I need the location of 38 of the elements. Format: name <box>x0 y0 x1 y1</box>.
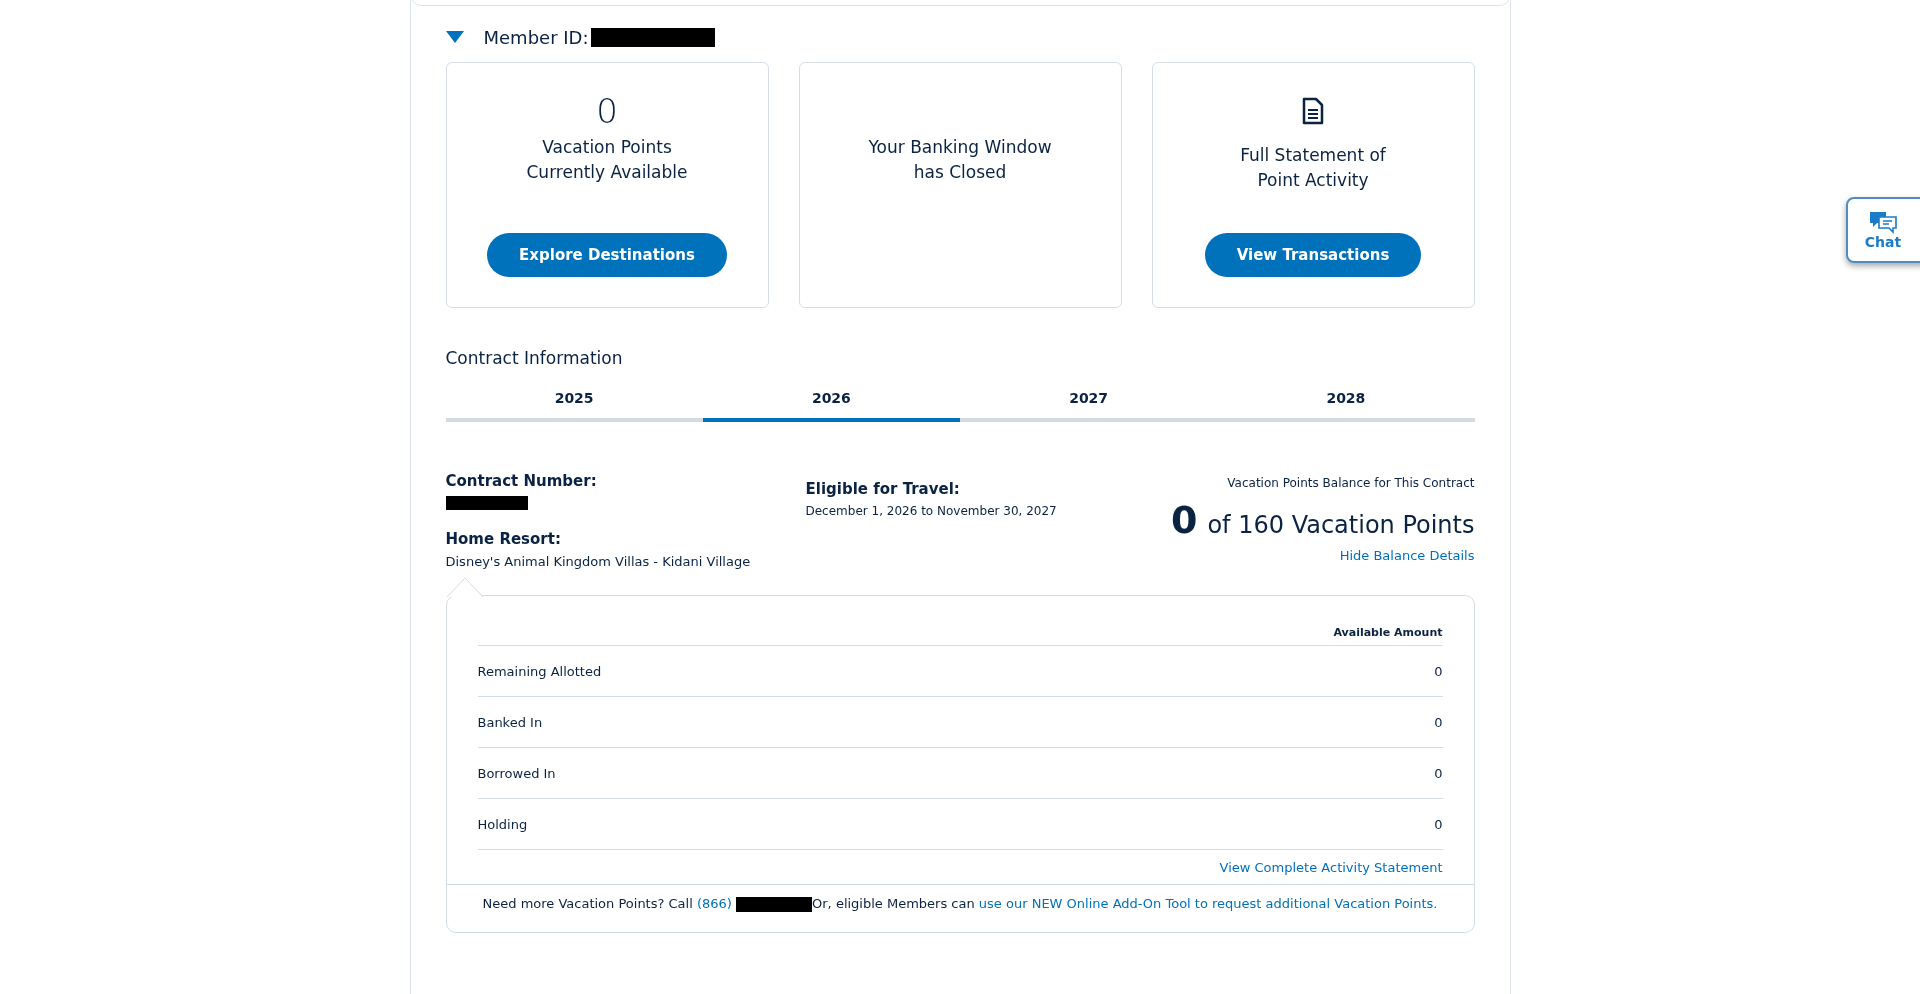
year-tab[interactable]: 2028 <box>1217 390 1475 422</box>
row-label: Remaining Allotted <box>477 663 602 679</box>
year-tab[interactable]: 2027 <box>960 390 1218 422</box>
year-tab[interactable]: 2026 <box>702 390 960 422</box>
home-resort-label: Home Resort: <box>445 530 562 548</box>
row-label: Banked In <box>477 714 543 730</box>
footer-note: Need more Vacation Points? Call (866) Or, eligible Members can use our NEW Online Add-On Tool to request additional Vacation Points. <box>446 884 1474 932</box>
card-text: Vacation Points Currently Available <box>526 136 688 184</box>
year-tab[interactable]: 2025 <box>445 390 703 422</box>
amount-cell: 0 <box>1434 663 1443 679</box>
chat-icon <box>1868 210 1898 234</box>
row-label: Borrowed In <box>477 765 556 781</box>
document-icon <box>1302 97 1324 125</box>
add-on-tool-link[interactable]: use our NEW Online Add-On Tool to request additional Vacation Points. <box>978 896 1438 911</box>
travel-dates: December 1, 2026 to November 30, 2027 <box>805 504 1058 518</box>
column-header: Available Amount <box>477 610 1443 646</box>
transactions-button[interactable]: View Transactions <box>1204 233 1422 277</box>
contract-number-label: Contract Number: <box>445 472 598 490</box>
balance-label: Vacation Points Balance for This Contract <box>1227 476 1475 490</box>
explore-button[interactable]: Explore Destinations <box>487 233 727 277</box>
chat-button[interactable]: Chat <box>1846 197 1920 263</box>
activity-statement-link[interactable]: View Complete Activity Statement <box>1219 860 1443 875</box>
member-id-label: Member ID: <box>483 26 589 48</box>
travel-label: Eligible for Travel: <box>805 480 961 498</box>
row-label: Holding <box>477 816 528 832</box>
caret-icon[interactable] <box>445 31 464 43</box>
card-text: Your Banking Window has Closed <box>868 136 1052 184</box>
balance-total: of 160 Vacation Points <box>1207 511 1475 539</box>
section-title: Contract Information <box>445 348 624 368</box>
amount-cell: 0 <box>1434 765 1443 781</box>
phone-link[interactable]: (866) <box>696 896 732 911</box>
balance-value: 0 <box>1171 498 1198 542</box>
home-resort-value: Disney's Animal Kingdom Villas - Kidani Village <box>445 554 752 569</box>
amount-cell: 0 <box>1434 714 1443 730</box>
points-value: 0 <box>596 91 618 131</box>
hide-details-link[interactable]: Hide Balance Details <box>1339 548 1475 563</box>
card-text: Full Statement of Point Activity <box>1240 144 1386 192</box>
amount-cell: 0 <box>1434 816 1443 832</box>
